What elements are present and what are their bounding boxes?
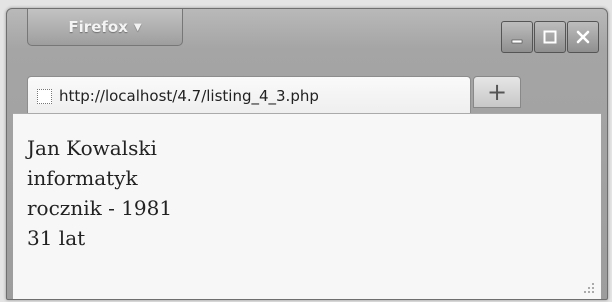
page-content: Jan Kowalski informatyk rocznik - 1981 3… [13,113,601,299]
page-text-line: rocznik - 1981 [27,196,173,220]
window-controls [501,21,599,53]
firefox-menu-button[interactable]: Firefox ▼ [27,9,183,46]
browser-window: Firefox ▼ http://localhost/4.7/listing_4… [6,8,608,300]
minimize-button[interactable] [501,21,533,53]
close-button[interactable] [567,21,599,53]
resize-grip-icon[interactable] [583,282,595,294]
page-icon [37,88,52,104]
minimize-icon [511,39,523,44]
dropdown-arrow-icon: ▼ [133,21,142,33]
page-text-line: 31 lat [27,226,86,250]
firefox-menu-label: Firefox [68,18,128,36]
tab-title: http://localhost/4.7/listing_4_3.php [59,87,319,105]
close-icon [576,30,590,44]
plus-icon: + [486,78,508,106]
browser-tab[interactable]: http://localhost/4.7/listing_4_3.php [27,76,471,115]
maximize-button[interactable] [534,21,566,53]
page-text-line: informatyk [27,166,138,190]
maximize-icon [543,30,557,44]
new-tab-button[interactable]: + [473,76,521,108]
page-text-line: Jan Kowalski [27,136,157,160]
